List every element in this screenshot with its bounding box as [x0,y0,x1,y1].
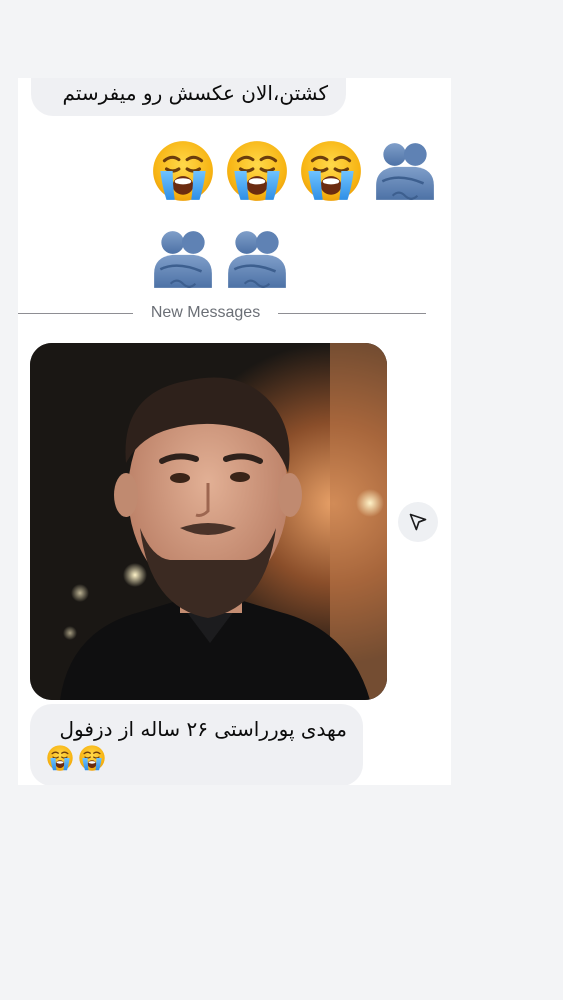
message-bubble-top[interactable]: کشتن،الان عکسش رو میفرستم [31,78,346,116]
share-button[interactable] [398,502,438,542]
portrait-photo [30,343,387,700]
people-hugging-icon [372,138,438,204]
divider-line-left [18,313,133,314]
send-icon [409,513,427,531]
message-emojis-bottom [46,744,347,772]
divider-line-right [278,313,426,314]
emoji-message-row-2[interactable] [150,226,290,292]
new-messages-divider: New Messages [18,302,426,324]
photo-message[interactable] [30,343,387,700]
loudly-crying-face-icon [150,138,216,204]
chat-panel: کشتن،الان عکسش رو میفرستم New Messages م… [18,78,451,785]
loudly-crying-face-icon [298,138,364,204]
people-hugging-icon [150,226,216,292]
emoji-message-row-1[interactable] [150,138,438,204]
divider-label: New Messages [150,304,261,321]
loudly-crying-face-icon [46,744,74,772]
loudly-crying-face-icon [224,138,290,204]
message-text-top: کشتن،الان عکسش رو میفرستم [62,81,328,105]
people-hugging-icon [224,226,290,292]
loudly-crying-face-icon [78,744,106,772]
message-bubble-bottom[interactable]: مهدی پورراستی ۲۶ ساله از دزفول [30,704,363,785]
message-text-bottom: مهدی پورراستی ۲۶ ساله از دزفول [59,717,347,741]
